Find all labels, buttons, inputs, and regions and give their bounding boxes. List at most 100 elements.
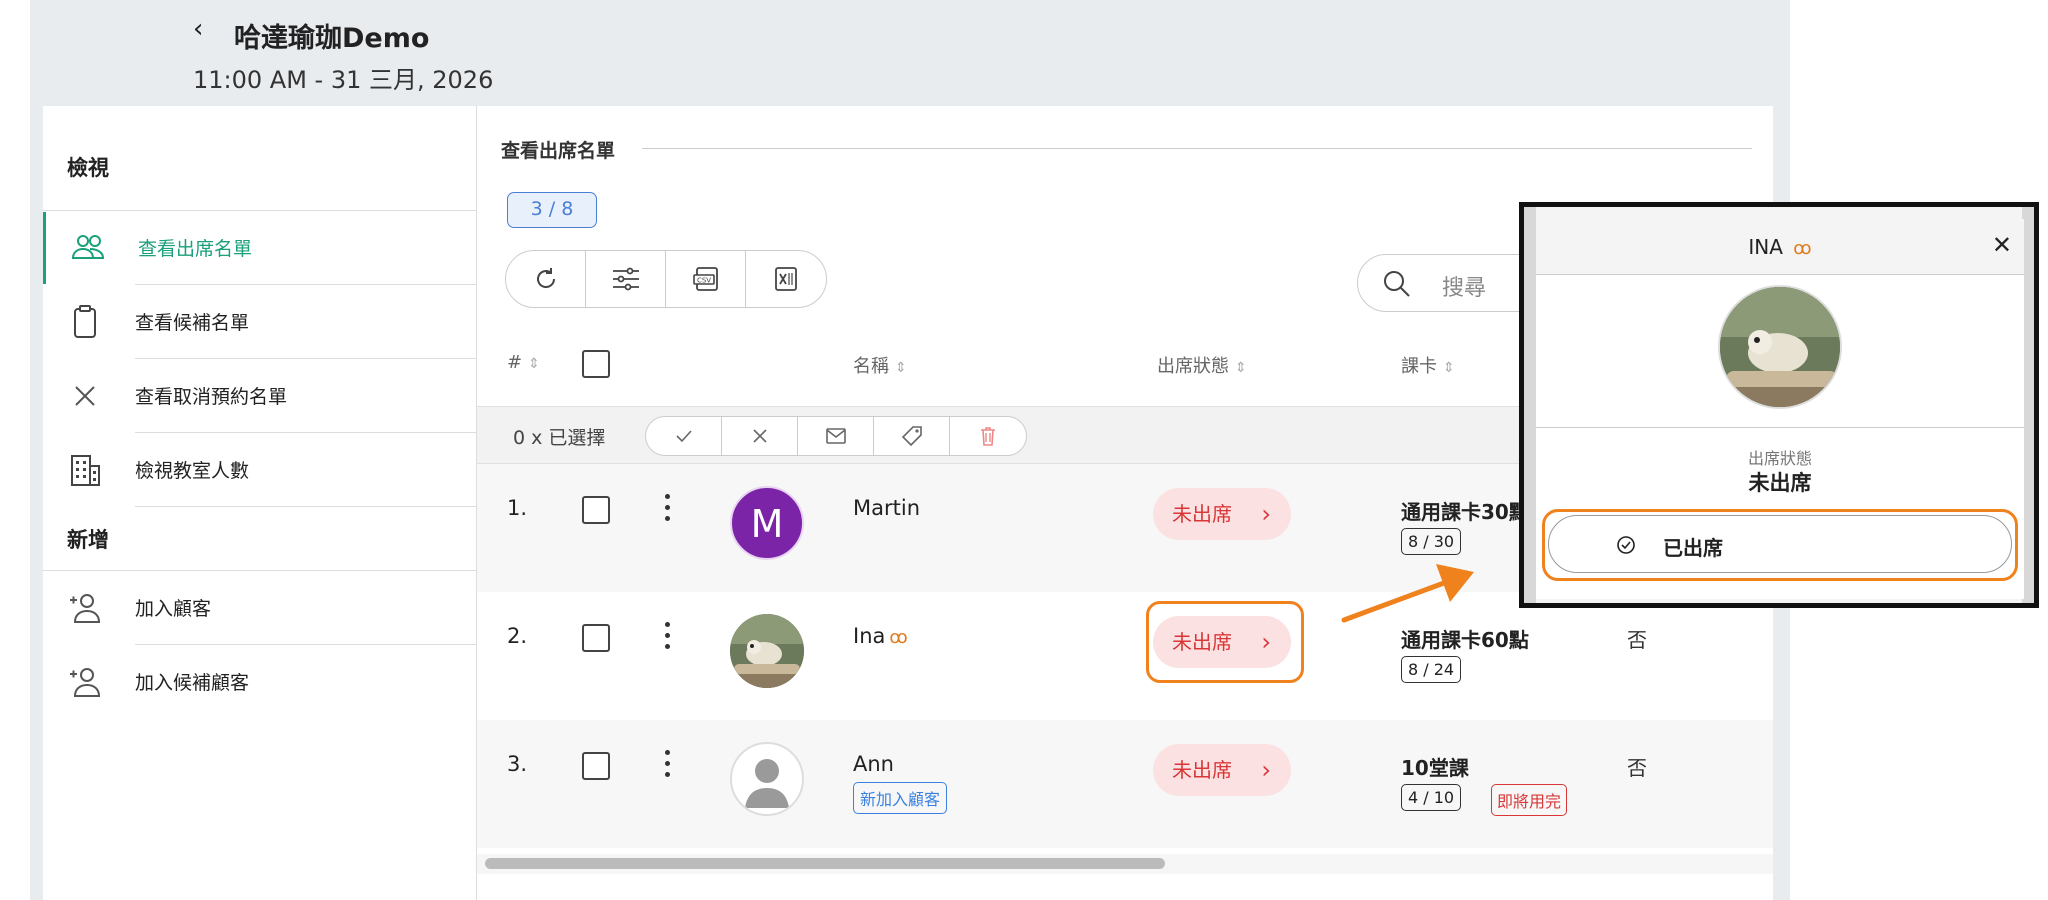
divider: [135, 284, 476, 285]
sidebar-item-room-capacity[interactable]: 檢視教室人數: [43, 434, 477, 506]
column-header-number[interactable]: # ⇕: [507, 352, 540, 373]
sidebar-item-label: 檢視教室人數: [135, 460, 250, 482]
sidebar-item-label: 查看出席名單: [138, 238, 253, 260]
sidebar-item-label: 查看候補名單: [135, 312, 250, 334]
divider: [43, 210, 476, 211]
email-button[interactable]: [798, 417, 874, 455]
horizontal-scrollbar[interactable]: [485, 858, 1165, 869]
delete-button[interactable]: [950, 417, 1026, 455]
mail-icon: [825, 428, 846, 444]
avatar: M: [730, 486, 804, 560]
table-row[interactable]: 2. Ina ꝏ 未出席 › 通用課卡60點 8 / 24 否: [477, 592, 1773, 720]
highlight-callout: [1146, 601, 1304, 683]
filter-icon: [612, 267, 639, 291]
row-menu-icon[interactable]: [663, 494, 671, 528]
class-datetime: 11:00 AM - 31 三月, 2026: [193, 66, 494, 94]
x-icon: [752, 429, 767, 443]
card-count-badge: 8 / 24: [1401, 656, 1462, 683]
sidebar-item-add-customer[interactable]: 加入顧客: [43, 572, 477, 644]
sidebar: 檢視 查看出席名單 查看候補名單 查看取消預約名單 檢視教室人數 新增 加入顧客…: [43, 106, 477, 900]
new-customer-tag: 新加入顧客: [853, 782, 948, 814]
sidebar-item-add-waitlist-customer[interactable]: 加入候補顧客: [43, 646, 477, 718]
column-header-name[interactable]: 名稱 ⇕: [853, 352, 907, 378]
csv-export-button[interactable]: CSV: [666, 251, 746, 307]
avatar: [1718, 285, 1842, 409]
customer-name[interactable]: Ina ꝏ: [853, 624, 908, 648]
divider: [1536, 427, 2024, 428]
card-low-warning-badge: 即將用完: [1491, 784, 1568, 816]
search-placeholder: 搜尋: [1442, 276, 1487, 301]
tag-icon: [901, 426, 922, 447]
row-extra-value: 否: [1627, 756, 1647, 780]
row-checkbox[interactable]: [582, 624, 610, 652]
table-row[interactable]: 3. Ann 新加入顧客 未出席 › 10堂課 4 / 10 即將用完 否: [477, 720, 1773, 848]
add-user-icon: [70, 668, 101, 697]
mark-absent-button[interactable]: [722, 417, 798, 455]
excel-export-icon: [775, 267, 797, 291]
column-header-card[interactable]: 課卡 ⇕: [1401, 352, 1455, 378]
column-header-status[interactable]: 出席狀態 ⇕: [1157, 352, 1247, 378]
avatar: [730, 614, 804, 688]
pretzel-icon: ꝏ: [1793, 238, 1812, 259]
pretzel-icon: ꝏ: [889, 627, 908, 648]
refresh-button[interactable]: [506, 251, 586, 307]
row-menu-icon[interactable]: [663, 622, 671, 656]
sidebar-heading-view: 檢視: [67, 156, 109, 180]
svg-text:CSV: CSV: [696, 277, 710, 285]
sidebar-item-label: 加入候補顧客: [135, 672, 250, 694]
back-button[interactable]: ‹: [193, 14, 203, 44]
building-icon: [71, 455, 100, 486]
modal-title: INA ꝏ: [1748, 235, 1812, 259]
sidebar-item-cancellations[interactable]: 查看取消預約名單: [43, 360, 477, 432]
sidebar-heading-add: 新增: [67, 528, 109, 552]
card-name: 通用課卡30點: [1401, 500, 1529, 524]
avatar: [730, 742, 804, 816]
attendance-modal: INA ꝏ ✕ 出席狀態 未出席 已出席: [1536, 219, 2024, 599]
chevron-right-icon: ›: [1261, 756, 1271, 784]
csv-export-icon: CSV: [692, 267, 718, 291]
excel-export-button[interactable]: [746, 251, 826, 307]
attendance-status-button[interactable]: 未出席 ›: [1153, 744, 1291, 796]
selected-count: 0 x 已選擇: [513, 427, 606, 449]
row-number: 2.: [507, 624, 528, 648]
highlight-callout: [1542, 509, 2018, 581]
x-icon: [75, 386, 95, 406]
page-title: 哈達瑜珈Demo: [234, 23, 430, 54]
sidebar-item-waitlist[interactable]: 查看候補名單: [43, 286, 477, 358]
mark-attended-button[interactable]: [646, 417, 722, 455]
sidebar-item-attendance[interactable]: 查看出席名單: [43, 212, 477, 284]
row-menu-icon[interactable]: [663, 750, 671, 784]
toolbar: CSV: [505, 250, 827, 308]
customer-name[interactable]: Martin: [853, 496, 920, 520]
close-icon[interactable]: ✕: [1992, 231, 2012, 259]
tag-button[interactable]: [874, 417, 950, 455]
trash-icon: [981, 427, 995, 446]
row-checkbox[interactable]: [582, 496, 610, 524]
attendance-count-badge: 3 / 8: [507, 192, 597, 228]
divider: [135, 506, 476, 507]
section-title: 查看出席名單: [501, 140, 616, 162]
row-number: 1.: [507, 496, 528, 520]
users-icon: [71, 235, 105, 259]
attendance-status-button[interactable]: 未出席 ›: [1153, 488, 1291, 540]
refresh-icon: [536, 268, 555, 288]
sidebar-item-label: 查看取消預約名單: [135, 386, 288, 408]
divider: [135, 432, 476, 433]
row-number: 3.: [507, 752, 528, 776]
clipboard-icon: [74, 305, 96, 338]
bulk-actions: [645, 416, 1027, 456]
chevron-right-icon: ›: [1261, 500, 1271, 528]
card-count-badge: 8 / 30: [1401, 528, 1462, 555]
filter-button[interactable]: [586, 251, 666, 307]
customer-name[interactable]: Ann: [853, 752, 894, 776]
status-label: 出席狀態: [1747, 449, 1812, 468]
card-name: 10堂課: [1401, 756, 1469, 780]
divider: [135, 358, 476, 359]
add-user-icon: [70, 594, 101, 623]
divider: [642, 148, 1752, 149]
select-all-checkbox[interactable]: [582, 350, 610, 378]
row-extra-value: 否: [1627, 628, 1647, 652]
divider: [43, 570, 476, 571]
row-checkbox[interactable]: [582, 752, 610, 780]
divider: [135, 644, 476, 645]
